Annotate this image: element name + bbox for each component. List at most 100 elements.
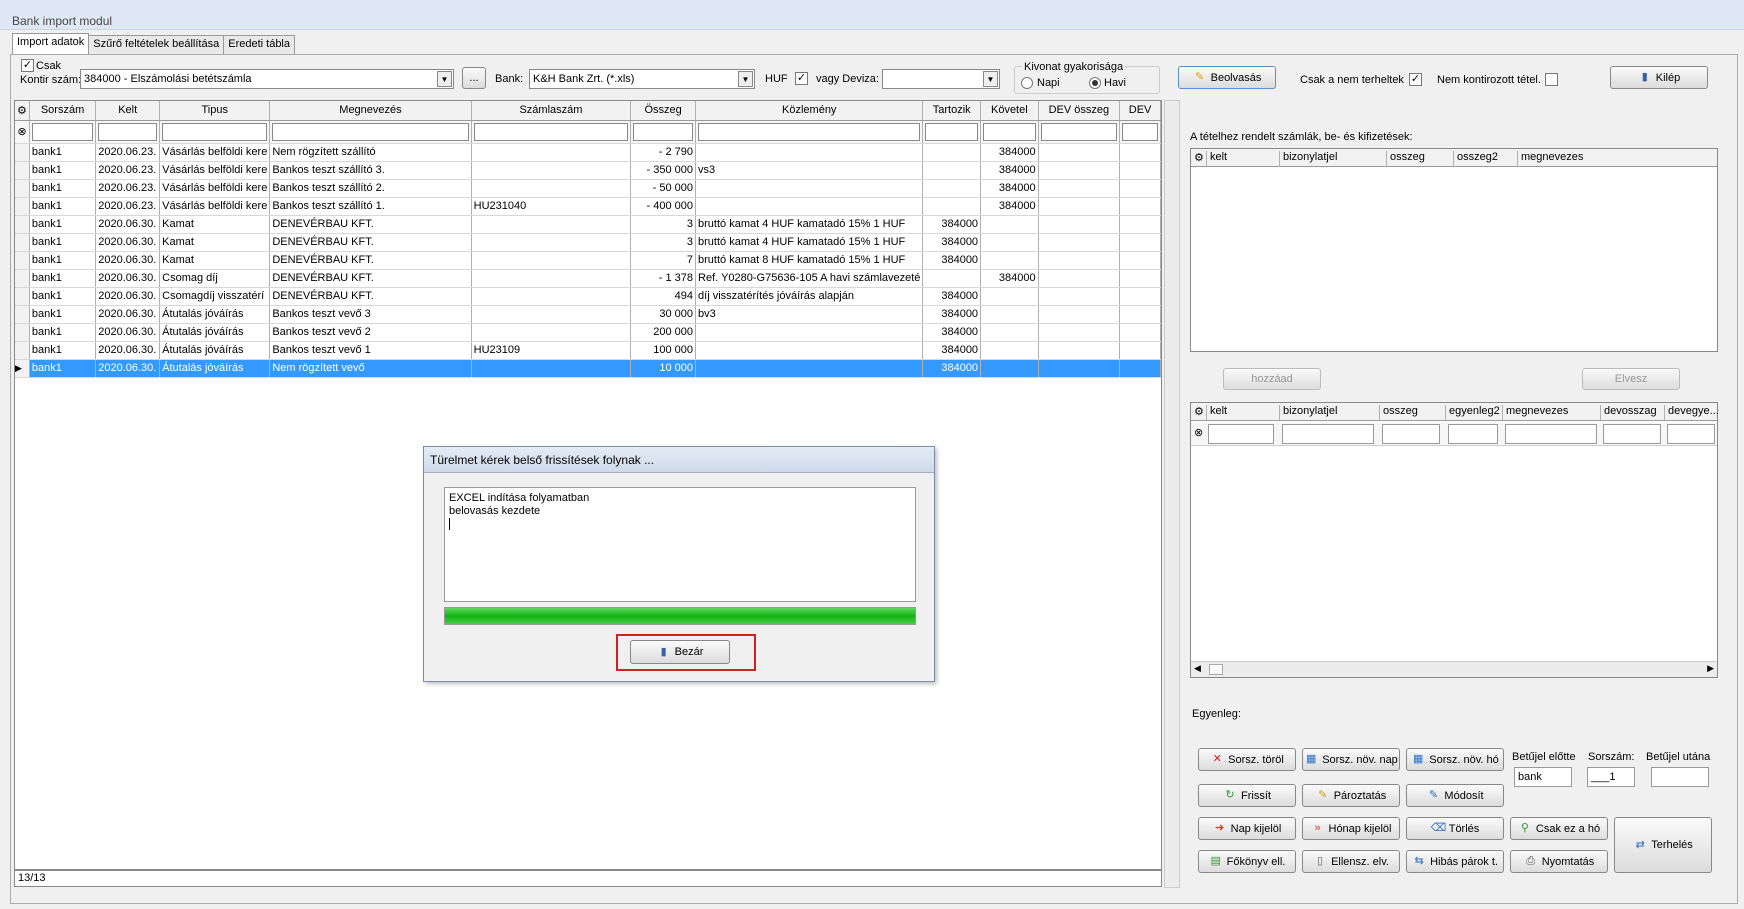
table-row[interactable]: bank1 2020.06.30. Csomag díj DENEVÉRBAU KFT… — [15, 269, 1161, 288]
col-kelt[interactable]: Kelt — [95, 101, 161, 121]
honap-kijelol-button[interactable]: » Hónap kijelöl — [1302, 817, 1400, 840]
nyomtatas-button[interactable]: ⎙ Nyomtatás — [1510, 850, 1608, 873]
col-devegyenleg[interactable]: devegye... — [1664, 405, 1719, 421]
kilep-button[interactable]: ▮ Kilép — [1610, 66, 1708, 89]
filter-dev[interactable] — [1119, 120, 1161, 144]
row-indicator[interactable]: ▶ — [15, 359, 30, 378]
filter-tartozik[interactable] — [922, 120, 982, 144]
sorszam-input[interactable]: ___1 — [1587, 767, 1635, 787]
modosit-button[interactable]: ✎ Módosít — [1406, 784, 1504, 807]
row-indicator[interactable] — [15, 197, 30, 216]
filter-sorszam[interactable] — [29, 120, 97, 144]
filter-tipus[interactable] — [159, 120, 271, 144]
col-bizonylatjel[interactable]: bizonylatjel — [1279, 405, 1337, 421]
paroztatas-button[interactable]: ✎ Pároztatás — [1302, 784, 1400, 807]
col-sorszam[interactable]: Sorszám — [29, 101, 97, 121]
table-row[interactable]: bank1 2020.06.30. Átutalás jóváírás Bankos … — [15, 341, 1161, 360]
fokonyv-ell-button[interactable]: ▤ Főkönyv ell. — [1198, 850, 1296, 873]
table-row[interactable]: bank1 2020.06.30. Kamat DENEVÉRBAU KFT. 3 bru… — [15, 233, 1161, 252]
ellensz-elv-button[interactable]: ▯ Ellensz. elv. — [1302, 850, 1400, 873]
csak-ez-a-ho-button[interactable]: ⚲ Csak ez a hó — [1510, 817, 1608, 840]
frissit-button[interactable]: ↻ Frissít — [1198, 784, 1296, 807]
filter-szamlaszam[interactable] — [471, 120, 632, 144]
chevron-right-icon[interactable]: ▶ — [1707, 663, 1714, 674]
payments-horizontal-scrollbar[interactable]: ◀ ▶ — [1191, 661, 1717, 677]
sorsz-torol-button[interactable]: ✕ Sorsz. töröl — [1198, 748, 1296, 771]
table-row[interactable]: bank1 2020.06.30. Átutalás jóváírás Bankos … — [15, 305, 1161, 324]
table-row[interactable]: bank1 2020.06.30. Kamat DENEVÉRBAU KFT. 3 bru… — [15, 215, 1161, 234]
table-row[interactable]: ▶ bank1 2020.06.30. Átutalás jóváírás Nem rö… — [15, 359, 1161, 378]
col-megnevezes[interactable]: megnevezes — [1517, 151, 1583, 167]
grid-settings-icon[interactable]: ⚙ — [1191, 405, 1204, 421]
kontir-select[interactable]: 384000 - Elszámolási betétszámla ▼ — [80, 69, 454, 89]
col-kelt[interactable]: kelt — [1206, 151, 1227, 167]
table-row[interactable]: bank1 2020.06.30. Csomagdíj visszatérí DENE… — [15, 287, 1161, 306]
table-row[interactable]: bank1 2020.06.30. Átutalás jóváírás Bankos … — [15, 323, 1161, 342]
col-kozlemeny[interactable]: Közlemény — [695, 101, 924, 121]
filter-egyenleg2[interactable] — [1448, 424, 1498, 444]
row-indicator[interactable] — [15, 215, 30, 234]
scroll-thumb[interactable] — [1209, 664, 1223, 675]
bank-select[interactable]: K&H Bank Zrt. (*.xls) ▼ — [529, 69, 755, 89]
row-indicator[interactable] — [15, 323, 30, 342]
filter-devosszag[interactable] — [1603, 424, 1661, 444]
tab-eredeti-tabla[interactable]: Eredeti tábla — [223, 35, 295, 54]
havi-radio[interactable] — [1089, 77, 1101, 89]
filter-dev-osszeg[interactable] — [1038, 120, 1121, 144]
row-indicator[interactable] — [15, 143, 30, 162]
filter-osszeg[interactable] — [630, 120, 697, 144]
table-row[interactable]: bank1 2020.06.23. Vásárlás belföldi kere Ba… — [15, 197, 1161, 216]
col-szamlaszam[interactable]: Számlaszám — [471, 101, 632, 121]
col-egyenleg2[interactable]: egyenleg2 — [1445, 405, 1500, 421]
hozzaad-button[interactable]: hozzáad — [1223, 368, 1321, 390]
bezar-button[interactable]: ▮ Bezár — [630, 640, 730, 664]
filter-osszeg[interactable] — [1382, 424, 1440, 444]
kontir-browse-button[interactable]: ... — [462, 67, 486, 89]
sorsz-nov-nap-button[interactable]: ▦ Sorsz. növ. nap — [1302, 748, 1400, 771]
row-indicator[interactable] — [15, 251, 30, 270]
tab-import-adatok[interactable]: Import adatok — [12, 33, 90, 54]
filter-bizonylatjel[interactable] — [1282, 424, 1374, 444]
row-indicator[interactable] — [15, 341, 30, 360]
table-row[interactable]: bank1 2020.06.30. Kamat DENEVÉRBAU KFT. 7 bru… — [15, 251, 1161, 270]
row-indicator[interactable] — [15, 161, 30, 180]
filter-megnevezes[interactable] — [269, 120, 472, 144]
col-osszeg2[interactable]: osszeg2 — [1453, 151, 1498, 167]
betujel-elotte-input[interactable]: bank — [1514, 767, 1572, 787]
deviza-select[interactable]: ▼ — [882, 69, 1000, 89]
sorsz-nov-ho-button[interactable]: ▦ Sorsz. növ. hó — [1406, 748, 1504, 771]
tab-szuro-feltetelek[interactable]: Szűrő feltételek beállítása — [88, 35, 225, 54]
filter-megnevezes[interactable] — [1505, 424, 1597, 444]
col-dev-osszeg[interactable]: DEV összeg — [1038, 101, 1121, 121]
row-indicator[interactable] — [15, 233, 30, 252]
napi-radio[interactable] — [1021, 77, 1033, 89]
col-kelt[interactable]: kelt — [1206, 405, 1227, 421]
col-osszeg[interactable]: osszeg — [1386, 151, 1425, 167]
col-bizonylatjel[interactable]: bizonylatjel — [1279, 151, 1337, 167]
beolvasas-button[interactable]: ✎ Beolvasás — [1178, 66, 1276, 89]
grid-settings-icon[interactable]: ⚙ — [1191, 151, 1204, 167]
filter-kovetel[interactable] — [980, 120, 1039, 144]
col-dev[interactable]: DEV — [1119, 101, 1161, 121]
col-devosszag[interactable]: devosszag — [1600, 405, 1657, 421]
betujel-utana-input[interactable] — [1651, 767, 1709, 787]
filter-kelt[interactable] — [1208, 424, 1274, 444]
nem-kontirozott-checkbox[interactable] — [1545, 73, 1558, 86]
col-osszeg[interactable]: Összeg — [630, 101, 697, 121]
grid-vertical-scrollbar[interactable] — [1164, 100, 1180, 888]
row-indicator[interactable] — [15, 287, 30, 306]
filter-kozlemeny[interactable] — [695, 120, 924, 144]
table-row[interactable]: bank1 2020.06.23. Vásárlás belföldi kere Ba… — [15, 161, 1161, 180]
row-indicator[interactable] — [15, 305, 30, 324]
table-row[interactable]: bank1 2020.06.23. Vásárlás belföldi kere Ba… — [15, 179, 1161, 198]
huf-checkbox[interactable]: ✓ — [795, 72, 808, 85]
torles-button[interactable]: ⌫ Törlés — [1406, 817, 1504, 840]
col-kovetel[interactable]: Követel — [980, 101, 1039, 121]
table-row[interactable]: bank1 2020.06.23. Vásárlás belföldi kere Ne… — [15, 143, 1161, 162]
hibas-parok-button[interactable]: ⇆ Hibás párok t. — [1406, 850, 1504, 873]
row-indicator[interactable] — [15, 179, 30, 198]
chevron-left-icon[interactable]: ◀ — [1194, 663, 1201, 674]
csak-checkbox[interactable]: ✓ — [21, 59, 34, 72]
terheles-button[interactable]: ⇄ Terhelés — [1614, 817, 1712, 873]
elvesz-button[interactable]: Elvesz — [1582, 368, 1680, 390]
